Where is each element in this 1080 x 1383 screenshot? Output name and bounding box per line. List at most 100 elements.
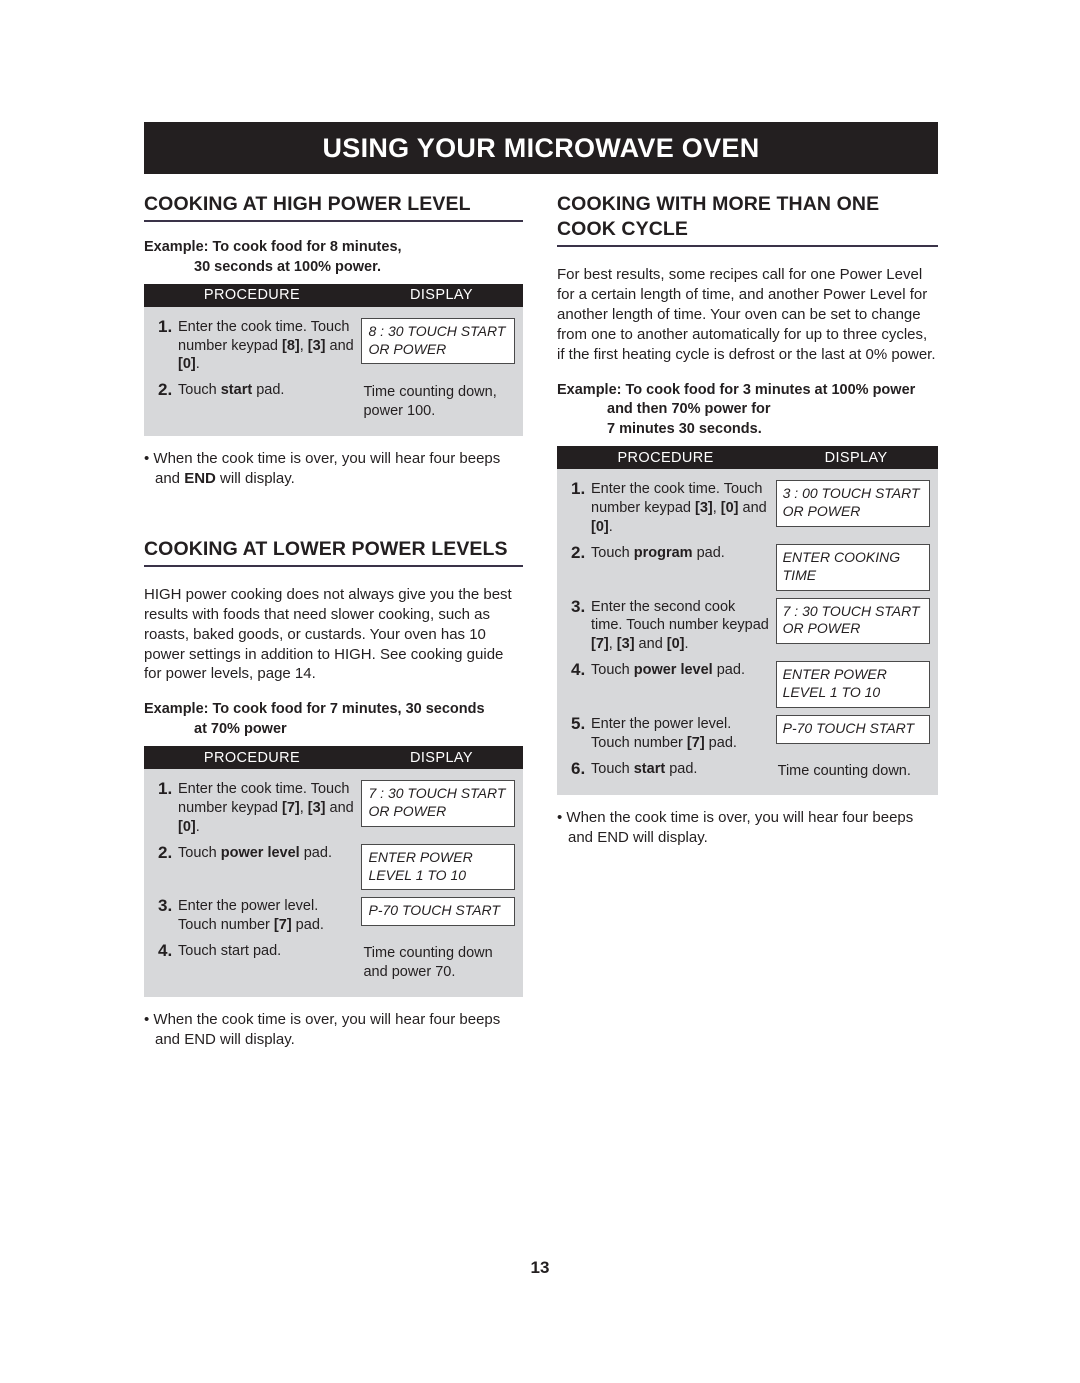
heading-cooking-with-more-than-one-cook-cycle: COOKING WITH MORE THAN ONE COOK CYCLE bbox=[557, 192, 938, 247]
example-line-2: 30 seconds at 100% power. bbox=[194, 258, 381, 275]
step-text: Enter the power level. Touch number [7] … bbox=[591, 714, 770, 753]
display-cell: 3 : 00 TOUCH START OR POWER bbox=[775, 479, 930, 537]
step-text: Enter the cook time. Touch number keypad… bbox=[178, 779, 355, 837]
display-cell: P-70 TOUCH START bbox=[775, 714, 930, 753]
step-text: Touch start pad. bbox=[178, 941, 281, 982]
keypad-token: [7] bbox=[281, 799, 300, 816]
step-text: Enter the cook time. Touch number keypad… bbox=[178, 317, 355, 375]
step-text: Enter the second cook time. Touch number… bbox=[591, 597, 770, 655]
keypad-token: [3] bbox=[616, 636, 635, 653]
table-header-row: PROCEDURE DISPLAY bbox=[557, 446, 938, 470]
plain-text: Touch bbox=[178, 382, 221, 399]
table-row: 4. Touch power level pad. ENTER POWER LEVE… bbox=[557, 657, 938, 711]
example-line-2: at 70% power bbox=[194, 721, 287, 738]
page-banner: USING YOUR MICROWAVE OVEN bbox=[144, 122, 938, 174]
plain-text: pad. bbox=[299, 844, 332, 861]
keypad-token: [7] bbox=[686, 734, 705, 751]
plain-text: and bbox=[325, 799, 354, 816]
table-body: 1. Enter the cook time. Touch number keyp… bbox=[144, 769, 523, 997]
display-readout-text: Time counting down. bbox=[777, 762, 911, 779]
plain-text: pad. bbox=[692, 544, 725, 561]
display-readout-box: 7 : 30 TOUCH START OR POWER bbox=[361, 780, 515, 827]
step-number: 3. bbox=[158, 896, 173, 916]
table-header-row: PROCEDURE DISPLAY bbox=[144, 283, 523, 307]
table-row: 3. Enter the second cook time. Touch numb… bbox=[557, 594, 938, 658]
procedure-table-high-power: PROCEDURE DISPLAY 1. Enter the cook time.… bbox=[144, 283, 523, 436]
plain-text: and bbox=[738, 500, 767, 517]
display-cell: P-70 TOUCH START bbox=[361, 896, 515, 935]
display-readout-box: ENTER POWER LEVEL 1 TO 10 bbox=[775, 661, 930, 708]
table-header-row: PROCEDURE DISPLAY bbox=[144, 746, 523, 770]
procedure-table-lower-power: PROCEDURE DISPLAY 1. Enter the cook time.… bbox=[144, 746, 523, 997]
table-row: 5. Enter the power level. Touch number [7… bbox=[557, 711, 938, 756]
plain-text: , bbox=[299, 799, 308, 816]
column-header-display: DISPLAY bbox=[410, 749, 473, 766]
step-number: 4. bbox=[158, 941, 173, 961]
body-more-than-one-cycle: For best results, some recipes call for … bbox=[557, 265, 936, 363]
step-number: 2. bbox=[158, 842, 173, 862]
keypad-token: [7] bbox=[273, 917, 292, 934]
table-row: 1. Enter the cook time. Touch number keyp… bbox=[557, 476, 938, 540]
keypad-token: [0] bbox=[178, 356, 196, 373]
note-more-than-one-cycle: • When the cook time is over, you will h… bbox=[557, 808, 938, 848]
display-readout-box: ENTER COOKING TIME bbox=[775, 543, 930, 591]
display-readout-box: 7 : 30 TOUCH START OR POWER bbox=[775, 597, 930, 645]
procedure-table-more-than-one-cycle: PROCEDURE DISPLAY 1. Enter the cook time.… bbox=[557, 446, 938, 796]
two-column-layout: COOKING AT HIGH POWER LEVEL Example: To … bbox=[144, 192, 938, 1050]
table-row: 1. Enter the cook time. Touch number keyp… bbox=[144, 314, 523, 378]
table-row: 6. Touch start pad. Time counting down. bbox=[557, 756, 938, 784]
keypad-token: start bbox=[633, 760, 666, 777]
note-lower-power: • When the cook time is over, you will h… bbox=[144, 1010, 523, 1050]
plain-text: , bbox=[712, 500, 721, 517]
procedure-cell: 2. Touch power level pad. bbox=[158, 843, 361, 891]
plain-text: • When the cook time is over, you will h… bbox=[144, 1010, 501, 1048]
step-text: Touch start pad. bbox=[591, 759, 697, 781]
display-cell: ENTER POWER LEVEL 1 TO 10 bbox=[361, 843, 515, 891]
display-readout-box: 8 : 30 TOUCH START OR POWER bbox=[361, 317, 515, 365]
procedure-cell: 2. Touch program pad. bbox=[571, 543, 776, 591]
keypad-token: power level bbox=[633, 662, 713, 679]
step-number: 1. bbox=[571, 479, 586, 499]
keypad-token: [0] bbox=[591, 518, 609, 535]
procedure-cell: 3. Enter the second cook time. Touch numb… bbox=[571, 597, 776, 655]
example-line-2: and then 70% power for bbox=[607, 401, 771, 418]
table-row: 2. Touch start pad. Time counting down, po… bbox=[144, 377, 523, 424]
procedure-cell: 1. Enter the cook time. Touch number keyp… bbox=[158, 779, 361, 837]
display-cell: ENTER COOKING TIME bbox=[775, 543, 930, 591]
plain-text: pad. bbox=[712, 662, 745, 679]
plain-text: Enter the second cook time. Touch number… bbox=[591, 598, 769, 634]
display-cell: ENTER POWER LEVEL 1 TO 10 bbox=[775, 660, 930, 708]
table-row: 4. Touch start pad. Time counting down and… bbox=[144, 938, 523, 985]
step-text: Touch power level pad. bbox=[591, 660, 745, 708]
table-row: 3. Enter the power level. Touch number [7… bbox=[144, 893, 523, 938]
page-number: 13 bbox=[530, 1258, 550, 1277]
body-lower-power: HIGH power cooking does not always give … bbox=[144, 585, 512, 683]
display-readout-box: 3 : 00 TOUCH START OR POWER bbox=[775, 480, 930, 527]
plain-text: . bbox=[684, 636, 689, 653]
step-number: 1. bbox=[158, 316, 173, 336]
plain-text: Touch bbox=[591, 544, 634, 561]
display-cell: 7 : 30 TOUCH START OR POWER bbox=[775, 597, 930, 655]
plain-text: . bbox=[195, 818, 200, 835]
column-header-procedure: PROCEDURE bbox=[203, 287, 301, 304]
heading-cooking-at-lower-power-levels: COOKING AT LOWER POWER LEVELS bbox=[144, 537, 523, 567]
keypad-token: [0] bbox=[178, 818, 196, 835]
keypad-token: [0] bbox=[666, 636, 685, 653]
keypad-token: [3] bbox=[694, 500, 713, 517]
display-cell: Time counting down, power 100. bbox=[361, 380, 515, 421]
example-more-than-one-cycle: Example: To cook food for 3 minutes at 1… bbox=[557, 381, 938, 441]
banner-title: USING YOUR MICROWAVE OVEN bbox=[322, 132, 760, 163]
keypad-token: start bbox=[220, 382, 253, 399]
step-number: 4. bbox=[571, 660, 586, 680]
plain-text: pad. bbox=[252, 382, 285, 399]
emphasis-text: END bbox=[184, 469, 216, 487]
display-cell: 7 : 30 TOUCH START OR POWER bbox=[361, 779, 515, 837]
column-header-procedure: PROCEDURE bbox=[617, 449, 714, 466]
display-readout-box: P-70 TOUCH START bbox=[775, 714, 930, 744]
example-lower-power: Example: To cook food for 7 minutes, 30 … bbox=[144, 700, 523, 740]
plain-text: Touch bbox=[591, 662, 634, 679]
step-text: Touch power level pad. bbox=[178, 843, 332, 891]
example-high-power: Example: To cook food for 8 minutes, 30 … bbox=[144, 238, 523, 278]
note-high-power: • When the cook time is over, you will h… bbox=[144, 449, 523, 489]
plain-text: Touch bbox=[178, 844, 221, 861]
